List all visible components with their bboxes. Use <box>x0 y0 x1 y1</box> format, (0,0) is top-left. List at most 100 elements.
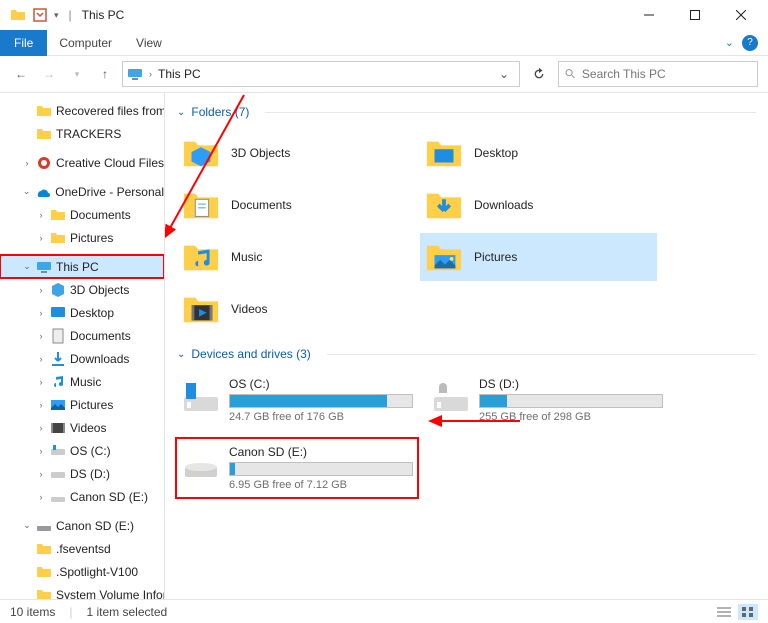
this-pc-icon <box>36 259 52 275</box>
file-tab[interactable]: File <box>0 30 47 56</box>
videos-icon <box>181 289 221 329</box>
ribbon-collapse-icon[interactable]: ⌄ <box>725 36 734 49</box>
sidebar-item-od-pictures[interactable]: ›Pictures <box>0 226 164 249</box>
navigation-pane[interactable]: Recovered files from TRACKERS ›Creative … <box>0 93 165 599</box>
sidebar-label: Recovered files from <box>56 104 165 118</box>
sidebar-item-od-documents[interactable]: ›Documents <box>0 203 164 226</box>
search-input[interactable] <box>582 67 751 81</box>
folder-downloads[interactable]: Downloads <box>420 181 657 229</box>
sidebar-item-music[interactable]: ›Music <box>0 370 164 393</box>
tab-view[interactable]: View <box>124 32 174 54</box>
sidebar-label: Canon SD (E:) <box>56 519 134 533</box>
sidebar-item-ds-d[interactable]: ›DS (D:) <box>0 462 164 485</box>
drive-ds-d[interactable]: DS (D:) 255 GB free of 298 GB <box>427 371 667 429</box>
documents-icon <box>50 328 66 344</box>
drive-icon <box>181 377 221 417</box>
properties-icon[interactable] <box>32 7 48 23</box>
details-view-button[interactable] <box>714 604 734 620</box>
forward-button[interactable]: → <box>38 63 60 85</box>
drive-icon <box>50 466 66 482</box>
sidebar-label: .fseventsd <box>56 542 111 556</box>
sidebar-item-os-c[interactable]: ›OS (C:) <box>0 439 164 462</box>
up-button[interactable]: ↑ <box>94 63 116 85</box>
sidebar-item-spotlight[interactable]: .Spotlight-V100 <box>0 560 164 583</box>
help-icon[interactable]: ? <box>742 35 758 51</box>
breadcrumb-divider[interactable]: › <box>149 69 152 79</box>
sidebar-item-desktop[interactable]: ›Desktop <box>0 301 164 324</box>
pictures-icon <box>50 397 66 413</box>
sidebar-label: Downloads <box>70 352 129 366</box>
sidebar-label: OneDrive - Personal <box>55 185 164 199</box>
status-bar: 10 items | 1 item selected <box>0 599 768 623</box>
sidebar-label: Documents <box>70 208 131 222</box>
folder-music[interactable]: Music <box>177 233 414 281</box>
drive-free-text: 24.7 GB free of 176 GB <box>229 411 413 423</box>
sidebar-label: Videos <box>70 421 106 435</box>
sidebar-label: .Spotlight-V100 <box>56 565 138 579</box>
item-label: Desktop <box>474 146 518 160</box>
tab-computer[interactable]: Computer <box>47 32 124 54</box>
downloads-icon <box>50 351 66 367</box>
drive-os-c[interactable]: OS (C:) 24.7 GB free of 176 GB <box>177 371 417 429</box>
search-box[interactable] <box>558 61 758 87</box>
sidebar-item-videos[interactable]: ›Videos <box>0 416 164 439</box>
sidebar-item-trackers[interactable]: TRACKERS <box>0 122 164 145</box>
sd-card-icon <box>36 518 52 534</box>
this-pc-icon <box>127 66 143 82</box>
item-label: Music <box>231 250 262 264</box>
sidebar-item-sysvol[interactable]: System Volume Inform <box>0 583 164 599</box>
sd-card-icon <box>50 489 66 505</box>
status-selected-count: 1 item selected <box>86 605 167 619</box>
close-button[interactable] <box>718 0 764 30</box>
sidebar-label: Canon SD (E:) <box>70 490 148 504</box>
folder-documents[interactable]: Documents <box>177 181 414 229</box>
sidebar-item-canon-sd[interactable]: ⌄Canon SD (E:) <box>0 514 164 537</box>
sidebar-item-creative-cloud[interactable]: ›Creative Cloud Files <box>0 151 164 174</box>
3d-objects-icon <box>50 282 66 298</box>
sidebar-item-documents[interactable]: ›Documents <box>0 324 164 347</box>
content-pane[interactable]: ⌄ Folders (7) 3D Objects Desktop Documen… <box>165 93 768 599</box>
group-drives[interactable]: ⌄ Devices and drives (3) <box>177 347 756 361</box>
item-label: 3D Objects <box>231 146 290 160</box>
maximize-button[interactable] <box>672 0 718 30</box>
sidebar-item-recovered[interactable]: Recovered files from <box>0 99 164 122</box>
drive-icon <box>50 443 66 459</box>
folder-icon <box>10 7 26 23</box>
icons-view-button[interactable] <box>738 604 758 620</box>
sidebar-label: Music <box>70 375 101 389</box>
quick-access-toolbar: ▾ <box>4 7 65 23</box>
item-label: Pictures <box>474 250 517 264</box>
sidebar-item-downloads[interactable]: ›Downloads <box>0 347 164 370</box>
drive-canon-sd-e[interactable]: Canon SD (E:) 6.95 GB free of 7.12 GB <box>177 439 417 497</box>
group-divider <box>327 354 756 355</box>
folder-pictures[interactable]: Pictures <box>420 233 657 281</box>
creative-cloud-icon <box>36 155 52 171</box>
folder-videos[interactable]: Videos <box>177 285 414 333</box>
group-label: Devices and drives (3) <box>191 347 310 361</box>
sidebar-item-fseventsd[interactable]: .fseventsd <box>0 537 164 560</box>
pictures-icon <box>424 237 464 277</box>
sidebar-item-canon-sd-e[interactable]: ›Canon SD (E:) <box>0 485 164 508</box>
recent-dropdown-icon[interactable]: ▾ <box>66 63 88 85</box>
group-folders[interactable]: ⌄ Folders (7) <box>177 105 756 119</box>
music-icon <box>181 237 221 277</box>
sidebar-item-3d-objects[interactable]: ›3D Objects <box>0 278 164 301</box>
folder-3d-objects[interactable]: 3D Objects <box>177 129 414 177</box>
title-separator: | <box>69 8 72 22</box>
qat-dropdown-icon[interactable]: ▾ <box>54 10 59 21</box>
sidebar-item-this-pc[interactable]: ⌄This PC <box>0 255 164 278</box>
sidebar-label: Pictures <box>70 398 113 412</box>
sidebar-item-pictures[interactable]: ›Pictures <box>0 393 164 416</box>
desktop-icon <box>424 133 464 173</box>
drive-usage-bar <box>479 394 663 408</box>
breadcrumb[interactable]: This PC <box>156 67 203 81</box>
refresh-button[interactable] <box>526 61 552 87</box>
sidebar-label: Documents <box>70 329 131 343</box>
group-label: Folders (7) <box>191 105 249 119</box>
minimize-button[interactable] <box>626 0 672 30</box>
address-bar[interactable]: › This PC ⌄ <box>122 61 520 87</box>
sidebar-item-onedrive[interactable]: ⌄OneDrive - Personal <box>0 180 164 203</box>
address-dropdown-icon[interactable]: ⌄ <box>493 67 515 81</box>
folder-desktop[interactable]: Desktop <box>420 129 657 177</box>
back-button[interactable]: ← <box>10 63 32 85</box>
